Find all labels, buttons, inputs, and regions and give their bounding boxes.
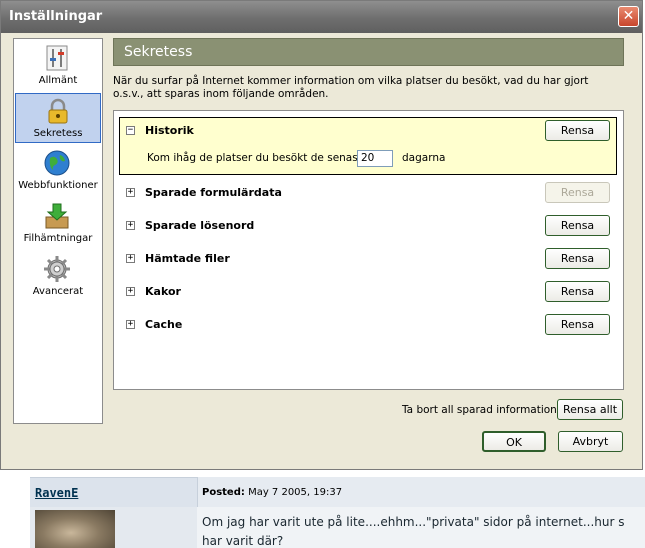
- collapse-icon[interactable]: −: [126, 126, 135, 135]
- section-header: Sekretess: [113, 38, 624, 66]
- category-row-historik: − Historik Rensa: [124, 120, 614, 142]
- category-label: Historik: [145, 124, 194, 137]
- padlock-icon: [48, 98, 68, 124]
- sidebar-item-sekretess[interactable]: Sekretess: [15, 93, 101, 143]
- close-button[interactable]: ✕: [618, 6, 639, 27]
- category-row-cache: + Cache Rensa: [124, 314, 614, 336]
- history-days-label: Kom ihåg de platser du besökt de senaste: [147, 152, 369, 164]
- forum-post-text: Om jag har varit ute på lite....ehhm..."…: [202, 515, 625, 548]
- expand-icon[interactable]: +: [126, 254, 135, 263]
- category-label: Hämtade filer: [145, 252, 230, 265]
- dialog-title: Inställningar: [9, 9, 103, 24]
- sidebar-item-label: Webbfunktioner: [18, 180, 98, 191]
- category-row-kakor: + Kakor Rensa: [124, 281, 614, 303]
- sidebar-item-avancerat[interactable]: Avancerat: [15, 252, 101, 302]
- forum-posted-date: May 7 2005, 19:37: [248, 487, 343, 498]
- expand-icon[interactable]: +: [126, 287, 135, 296]
- sidebar-item-allmant[interactable]: Allmänt: [15, 41, 101, 91]
- clear-all-button[interactable]: Rensa allt: [557, 399, 623, 420]
- sidebar-item-label: Avancerat: [32, 286, 84, 297]
- expand-icon[interactable]: +: [126, 320, 135, 329]
- download-box-icon: [45, 203, 69, 229]
- sidebar-item-webbfunktioner[interactable]: Webbfunktioner: [15, 146, 101, 196]
- expand-icon[interactable]: +: [126, 188, 135, 197]
- sliders-icon: [46, 45, 68, 71]
- category-label: Sparade lösenord: [145, 219, 255, 232]
- clear-historik-button[interactable]: Rensa: [545, 120, 610, 141]
- sidebar-item-filhamtningar[interactable]: Filhämtningar: [15, 199, 101, 249]
- category-label: Sparade formulärdata: [145, 186, 282, 199]
- category-label: Kakor: [145, 285, 181, 298]
- category-row-losenord: + Sparade lösenord Rensa: [124, 215, 614, 237]
- section-title: Sekretess: [124, 44, 193, 60]
- sidebar-item-label: Filhämtningar: [23, 233, 93, 244]
- forum-posted-label: Posted:: [202, 487, 245, 498]
- title-bar[interactable]: Inställningar ✕: [1, 1, 642, 33]
- expand-icon[interactable]: +: [126, 221, 135, 230]
- clear-hamtade-filer-button[interactable]: Rensa: [545, 248, 610, 269]
- clear-cache-button[interactable]: Rensa: [545, 314, 610, 335]
- cancel-button[interactable]: Avbryt: [558, 431, 623, 452]
- history-days-suffix: dagarna: [402, 152, 446, 164]
- globe-icon: [44, 150, 70, 176]
- avatar: [35, 510, 115, 548]
- sidebar-item-label: Allmänt: [38, 75, 78, 86]
- category-row-hamtade-filer: + Hämtade filer Rensa: [124, 248, 614, 270]
- forum-author-link[interactable]: RavenE: [35, 486, 78, 500]
- close-icon: ✕: [622, 8, 635, 24]
- category-label: Cache: [145, 318, 183, 331]
- gear-icon: [44, 256, 70, 282]
- clear-kakor-button[interactable]: Rensa: [545, 281, 610, 302]
- history-days-input[interactable]: 20: [357, 150, 393, 167]
- forum-posted-info: Posted: May 7 2005, 19:37: [202, 487, 342, 498]
- category-row-formulardata: + Sparade formulärdata Rensa: [124, 182, 614, 204]
- section-intro: När du surfar på Internet kommer informa…: [113, 75, 589, 100]
- clear-formulardata-button[interactable]: Rensa: [545, 182, 610, 203]
- sidebar: Allmänt Sekretess Webbfunktioner Filhämt…: [13, 38, 103, 424]
- sidebar-item-label: Sekretess: [33, 128, 83, 139]
- ok-button[interactable]: OK: [482, 431, 546, 452]
- clear-losenord-button[interactable]: Rensa: [545, 215, 610, 236]
- clear-all-label: Ta bort all sparad information:: [402, 404, 561, 416]
